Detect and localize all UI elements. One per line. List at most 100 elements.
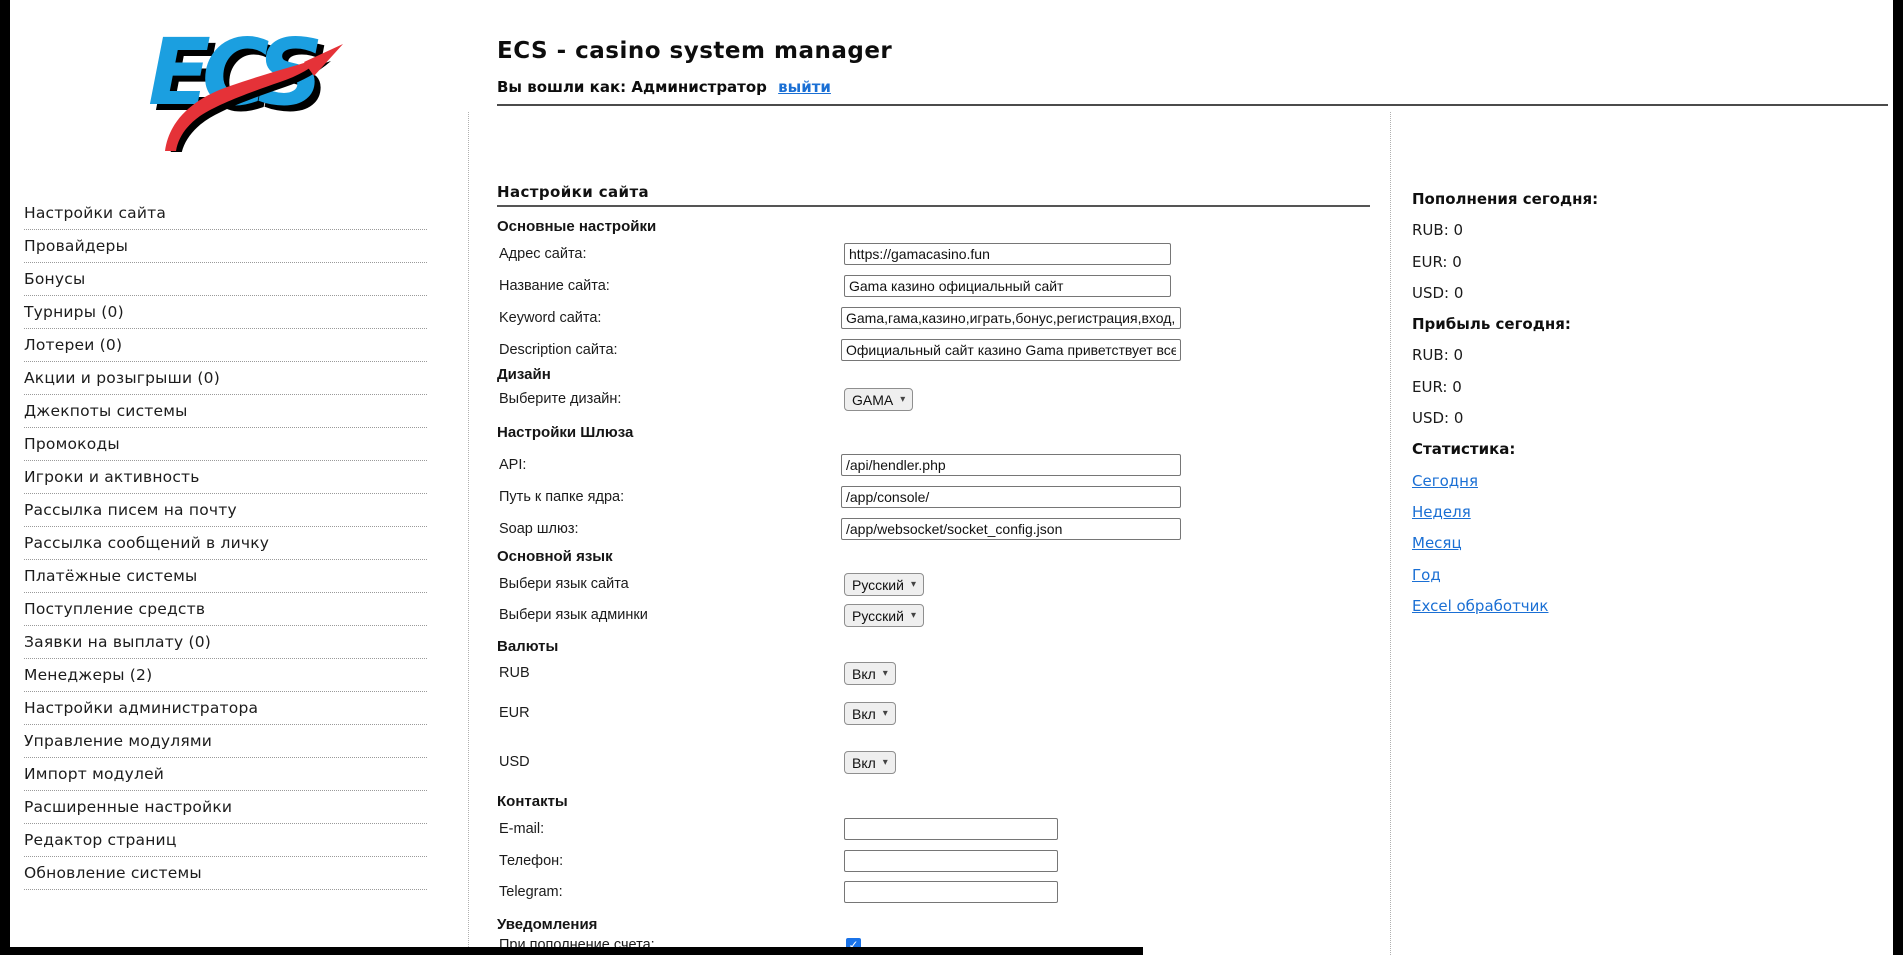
form-heading-divider xyxy=(497,205,1370,207)
sidebar-item-lotteries[interactable]: Лотереи (0) xyxy=(24,329,427,362)
main-rightpanel-separator xyxy=(1390,112,1391,955)
section-language: Основной язык xyxy=(497,548,613,565)
sidebar-item-promocodes[interactable]: Промокоды xyxy=(24,428,427,461)
field-label: USD xyxy=(499,751,530,773)
eur-select[interactable]: Вкл ▾ xyxy=(844,702,896,725)
telegram-input[interactable] xyxy=(844,881,1058,903)
section-design: Дизайн xyxy=(497,366,551,383)
sidebar-item-withdrawal-requests[interactable]: Заявки на выплату (0) xyxy=(24,626,427,659)
sidebar-item-email-broadcast[interactable]: Рассылка писем на почту xyxy=(24,494,427,527)
deposits-usd: USD: 0 xyxy=(1412,278,1882,309)
profit-usd: USD: 0 xyxy=(1412,403,1882,434)
stats-link-excel[interactable]: Excel обработчик xyxy=(1412,597,1548,615)
section-notifications: Уведомления xyxy=(497,916,597,933)
profit-eur: EUR: 0 xyxy=(1412,372,1882,403)
statistics-header: Статистика: xyxy=(1412,434,1882,465)
deposits-eur: EUR: 0 xyxy=(1412,247,1882,278)
field-label: Телефон: xyxy=(499,850,563,872)
settings-form: Настройки сайта Основные настройки Адрес… xyxy=(497,0,1390,955)
form-row: Путь к папке ядра: xyxy=(497,486,1390,510)
field-label: Keyword сайта: xyxy=(499,307,601,329)
deposits-rub: RUB: 0 xyxy=(1412,215,1882,246)
stats-panel: Пополнения сегодня: RUB: 0 EUR: 0 USD: 0… xyxy=(1412,184,1882,622)
stats-link-week[interactable]: Неделя xyxy=(1412,503,1471,521)
field-label: API: xyxy=(499,454,526,476)
phone-input[interactable] xyxy=(844,850,1058,872)
profit-rub: RUB: 0 xyxy=(1412,340,1882,371)
select-value: Русский xyxy=(852,608,904,624)
chevron-down-icon: ▾ xyxy=(883,669,888,679)
site-description-input[interactable] xyxy=(841,339,1181,361)
section-gateway: Настройки Шлюза xyxy=(497,424,633,441)
sidebar-item-admin-settings[interactable]: Настройки администратора xyxy=(24,692,427,725)
select-value: Русский xyxy=(852,577,904,593)
sidebar-item-site-settings[interactable]: Настройки сайта xyxy=(24,197,427,230)
profit-today-header: Прибыль сегодня: xyxy=(1412,309,1882,340)
sidebar-item-tournaments[interactable]: Турниры (0) xyxy=(24,296,427,329)
field-label: E-mail: xyxy=(499,818,544,840)
chevron-down-icon: ▾ xyxy=(900,395,905,405)
field-label: Путь к папке ядра: xyxy=(499,486,624,508)
section-contacts: Контакты xyxy=(497,793,568,810)
field-label: Выберите дизайн: xyxy=(499,388,621,410)
site-name-input[interactable] xyxy=(844,275,1171,297)
sidebar-item-providers[interactable]: Провайдеры xyxy=(24,230,427,263)
form-row: USD Вкл ▾ xyxy=(497,751,1390,775)
form-row: E-mail: xyxy=(497,818,1390,842)
sidebar-item-system-update[interactable]: Обновление системы xyxy=(24,857,427,890)
stats-link-year[interactable]: Год xyxy=(1412,566,1441,584)
sidebar-item-payment-systems[interactable]: Платёжные системы xyxy=(24,560,427,593)
section-currencies: Валюты xyxy=(497,638,558,655)
admin-language-select[interactable]: Русский ▾ xyxy=(844,604,924,627)
site-address-input[interactable] xyxy=(844,243,1171,265)
field-label: Адрес сайта: xyxy=(499,243,587,265)
sidebar-main-separator xyxy=(468,112,469,955)
sidebar-item-incoming-funds[interactable]: Поступление средств xyxy=(24,593,427,626)
sidebar-item-pm-broadcast[interactable]: Рассылка сообщений в личку xyxy=(24,527,427,560)
api-input[interactable] xyxy=(841,454,1181,476)
design-select[interactable]: GAMA ▾ xyxy=(844,388,913,411)
sidebar-item-bonuses[interactable]: Бонусы xyxy=(24,263,427,296)
soap-gateway-input[interactable] xyxy=(841,518,1181,540)
sidebar-item-managers[interactable]: Менеджеры (2) xyxy=(24,659,427,692)
rub-select[interactable]: Вкл ▾ xyxy=(844,662,896,685)
right-black-strip xyxy=(1893,0,1903,955)
sidebar-item-players-activity[interactable]: Игроки и активность xyxy=(24,461,427,494)
field-label: Выбери язык админки xyxy=(499,604,648,626)
field-label: EUR xyxy=(499,702,530,724)
form-row: Название сайта: xyxy=(497,275,1390,299)
form-row: Выбери язык админки Русский ▾ xyxy=(497,604,1390,628)
stats-link-today[interactable]: Сегодня xyxy=(1412,472,1478,490)
deposits-today-header: Пополнения сегодня: xyxy=(1412,184,1882,215)
form-row: Keyword сайта: xyxy=(497,307,1390,331)
site-language-select[interactable]: Русский ▾ xyxy=(844,573,924,596)
email-input[interactable] xyxy=(844,818,1058,840)
sidebar-item-module-management[interactable]: Управление модулями xyxy=(24,725,427,758)
core-path-input[interactable] xyxy=(841,486,1181,508)
field-label: Description сайта: xyxy=(499,339,618,361)
field-label: Telegram: xyxy=(499,881,563,903)
field-label: Название сайта: xyxy=(499,275,610,297)
form-row: RUB Вкл ▾ xyxy=(497,662,1390,686)
form-row: Description сайта: xyxy=(497,339,1390,363)
form-row: Soap шлюз: xyxy=(497,518,1390,542)
site-keyword-input[interactable] xyxy=(841,307,1181,329)
sidebar-item-promotions[interactable]: Акции и розыгрыши (0) xyxy=(24,362,427,395)
sidebar-item-page-editor[interactable]: Редактор страниц xyxy=(24,824,427,857)
form-row: Выберите дизайн: GAMA ▾ xyxy=(497,388,1390,412)
field-label: Выбери язык сайта xyxy=(499,573,629,595)
chevron-down-icon: ▾ xyxy=(911,611,916,621)
sidebar-item-advanced-settings[interactable]: Расширенные настройки xyxy=(24,791,427,824)
usd-select[interactable]: Вкл ▾ xyxy=(844,751,896,774)
stats-link-month[interactable]: Месяц xyxy=(1412,534,1462,552)
select-value: GAMA xyxy=(852,392,893,408)
sidebar-item-module-import[interactable]: Импорт модулей xyxy=(24,758,427,791)
bottom-black-strip xyxy=(0,947,1143,955)
chevron-down-icon: ▾ xyxy=(911,580,916,590)
chevron-down-icon: ▾ xyxy=(883,709,888,719)
form-row: EUR Вкл ▾ xyxy=(497,702,1390,726)
sidebar-item-jackpots[interactable]: Джекпоты системы xyxy=(24,395,427,428)
form-row: Telegram: xyxy=(497,881,1390,905)
field-label: RUB xyxy=(499,662,530,684)
form-heading: Настройки сайта xyxy=(497,183,649,201)
